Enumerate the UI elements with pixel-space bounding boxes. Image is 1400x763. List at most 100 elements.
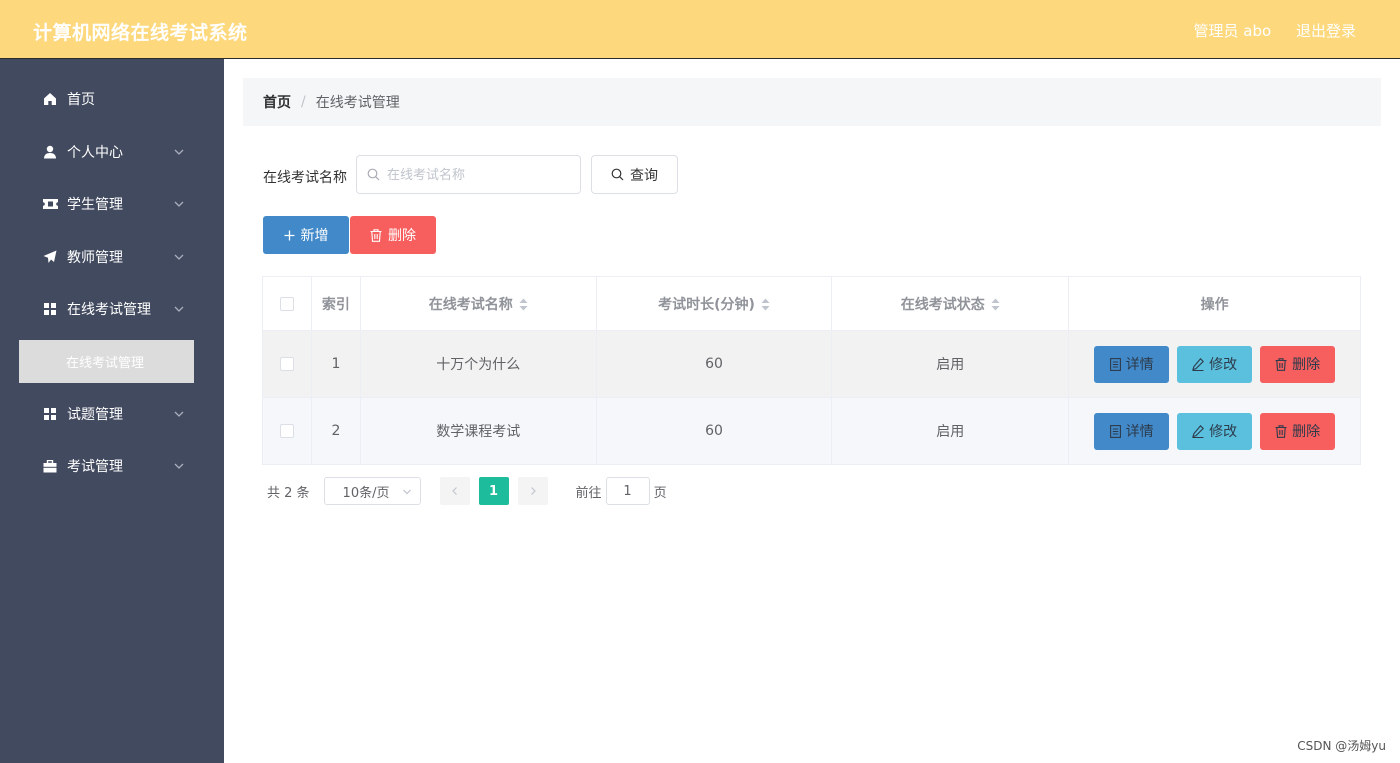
next-page-button[interactable] bbox=[517, 477, 548, 505]
sidebar-item-label: 考试管理 bbox=[67, 459, 123, 476]
breadcrumb-separator: / bbox=[301, 94, 306, 110]
search-input[interactable] bbox=[387, 164, 572, 186]
top-header: 计算机网络在线考试系统 管理员 abo 退出登录 bbox=[0, 0, 1400, 59]
chevron-down-icon bbox=[174, 149, 184, 155]
batch-delete-button-label: 删除 bbox=[388, 228, 416, 244]
sidebar-item-exam-management[interactable]: 考试管理 bbox=[0, 440, 224, 493]
batch-delete-button[interactable]: 删除 bbox=[350, 216, 436, 254]
chevron-down-icon bbox=[174, 411, 184, 417]
row-checkbox[interactable] bbox=[279, 424, 294, 438]
sidebar-item-personal-center[interactable]: 个人中心 bbox=[0, 126, 224, 179]
trash-icon bbox=[1275, 424, 1287, 438]
query-button[interactable]: 查询 bbox=[591, 155, 678, 194]
sidebar-item-online-exam-management[interactable]: 在线考试管理 bbox=[0, 283, 224, 336]
row-select-cell bbox=[262, 330, 312, 398]
detail-button[interactable]: 详情 bbox=[1094, 412, 1170, 450]
jump-prefix: 前往 bbox=[575, 485, 602, 501]
grid-icon bbox=[42, 406, 58, 422]
sidebar-item-label: 教师管理 bbox=[67, 249, 123, 266]
detail-button[interactable]: 详情 bbox=[1094, 345, 1170, 383]
table-row: 2 数学课程考试 60 启用 详情 修改 删除 bbox=[262, 397, 1361, 465]
cell-actions: 详情 修改 删除 bbox=[1068, 330, 1361, 398]
user-icon bbox=[42, 144, 58, 160]
edit-button[interactable]: 修改 bbox=[1177, 412, 1253, 450]
main-content: 首页 / 在线考试管理 在线考试名称 查询 新增 删除 索引 bbox=[224, 59, 1400, 763]
page-number-active[interactable]: 1 bbox=[478, 477, 509, 505]
app-title: 计算机网络在线考试系统 bbox=[33, 22, 248, 44]
submenu-item-label: 在线考试管理 bbox=[66, 356, 145, 371]
page-jump-input[interactable] bbox=[605, 477, 650, 505]
chevron-down-icon bbox=[174, 201, 184, 208]
breadcrumb: 首页 / 在线考试管理 bbox=[243, 78, 1381, 126]
table-row: 1 十万个为什么 60 启用 详情 修改 删除 bbox=[262, 330, 1361, 398]
cell-index: 2 bbox=[311, 397, 361, 465]
jump-suffix: 页 bbox=[653, 485, 667, 501]
sidebar-item-home[interactable]: 首页 bbox=[0, 73, 224, 126]
delete-button[interactable]: 删除 bbox=[1260, 345, 1336, 383]
cell-duration: 60 bbox=[596, 330, 833, 398]
submenu-item-online-exam-management[interactable]: 在线考试管理 bbox=[19, 340, 194, 383]
search-label: 在线考试名称 bbox=[263, 170, 347, 186]
search-icon bbox=[367, 168, 380, 181]
breadcrumb-home[interactable]: 首页 bbox=[263, 92, 291, 112]
home-icon bbox=[42, 91, 58, 107]
row-select-cell bbox=[262, 397, 312, 465]
cell-index: 1 bbox=[311, 330, 361, 398]
cell-exam-name: 十万个为什么 bbox=[360, 330, 597, 398]
pagination-total: 共 2 条 bbox=[267, 485, 310, 501]
header-duration[interactable]: 考试时长(分钟) bbox=[596, 276, 833, 331]
cell-duration: 60 bbox=[596, 397, 833, 465]
document-icon bbox=[1109, 357, 1121, 371]
chevron-left-icon bbox=[451, 487, 457, 495]
cell-exam-name: 数学课程考试 bbox=[360, 397, 597, 465]
pagination: 共 2 条 10条/页 1 前往 页 bbox=[267, 477, 667, 505]
watermark: CSDN @汤姆yu bbox=[1297, 739, 1386, 753]
sort-icon[interactable] bbox=[519, 298, 528, 311]
sidebar-item-label: 个人中心 bbox=[67, 144, 123, 161]
pencil-icon bbox=[1192, 424, 1205, 438]
sidebar: 首页 个人中心 学生管理 教师管理 在线考试管理 在线考试管理 试题管理 考试管… bbox=[0, 59, 224, 763]
plus-icon bbox=[284, 230, 295, 241]
header-actions: 操作 bbox=[1068, 276, 1361, 331]
sort-icon[interactable] bbox=[761, 298, 770, 311]
trash-icon bbox=[1275, 357, 1287, 371]
sidebar-item-label: 学生管理 bbox=[67, 197, 123, 214]
header-status[interactable]: 在线考试状态 bbox=[831, 276, 1070, 331]
page-size-select[interactable]: 10条/页 bbox=[323, 477, 421, 505]
logout-link[interactable]: 退出登录 bbox=[1296, 22, 1356, 40]
header-exam-name[interactable]: 在线考试名称 bbox=[360, 276, 597, 331]
send-icon bbox=[42, 249, 58, 265]
sidebar-item-teacher-management[interactable]: 教师管理 bbox=[0, 231, 224, 284]
sidebar-item-label: 首页 bbox=[67, 92, 95, 109]
add-button[interactable]: 新增 bbox=[263, 216, 349, 254]
query-button-label: 查询 bbox=[630, 167, 658, 184]
exam-table: 索引 在线考试名称 考试时长(分钟) 在线考试状态 操作 1 十万个为什么 60… bbox=[262, 276, 1361, 465]
header-status-label: 在线考试状态 bbox=[900, 296, 985, 313]
header-user-area: 管理员 abo 退出登录 bbox=[1174, 20, 1356, 41]
cell-status: 启用 bbox=[831, 397, 1070, 465]
sidebar-item-student-management[interactable]: 学生管理 bbox=[0, 178, 224, 231]
header-exam-name-label: 在线考试名称 bbox=[428, 296, 513, 313]
document-icon bbox=[1109, 424, 1121, 438]
sidebar-item-label: 试题管理 bbox=[67, 406, 123, 423]
chevron-up-icon bbox=[174, 306, 184, 313]
header-select-all-cell bbox=[262, 276, 312, 331]
header-index: 索引 bbox=[311, 276, 361, 331]
sidebar-item-label: 在线考试管理 bbox=[67, 302, 151, 319]
search-input-box[interactable] bbox=[356, 155, 581, 194]
sidebar-item-question-management[interactable]: 试题管理 bbox=[0, 388, 224, 441]
prev-page-button[interactable] bbox=[439, 477, 470, 505]
briefcase-icon bbox=[42, 458, 58, 474]
edit-button[interactable]: 修改 bbox=[1177, 345, 1253, 383]
header-duration-label: 考试时长(分钟) bbox=[658, 296, 755, 313]
table-header-row: 索引 在线考试名称 考试时长(分钟) 在线考试状态 操作 bbox=[262, 276, 1361, 331]
pencil-icon bbox=[1192, 357, 1205, 371]
cell-status: 启用 bbox=[831, 330, 1070, 398]
sort-icon[interactable] bbox=[991, 298, 1000, 311]
current-user-label: 管理员 abo bbox=[1193, 22, 1272, 40]
select-all-checkbox[interactable] bbox=[279, 296, 294, 311]
chevron-down-icon bbox=[174, 254, 184, 260]
detail-button-label: 详情 bbox=[1125, 357, 1154, 373]
delete-button[interactable]: 删除 bbox=[1260, 412, 1336, 450]
row-checkbox[interactable] bbox=[279, 357, 294, 371]
